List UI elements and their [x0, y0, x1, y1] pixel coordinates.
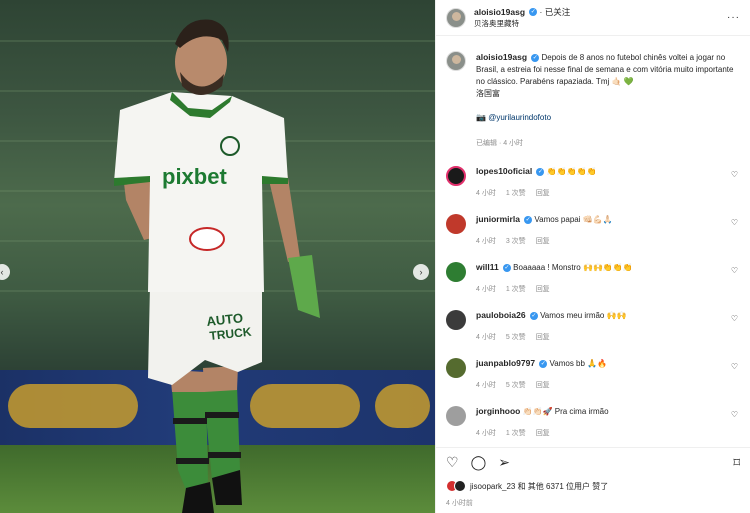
comment-time: 4 小时 [476, 430, 496, 437]
comment-body: lopes10oficial ✓ 👏👏👏👏👏 4 小时 1 次赞 回复 [476, 166, 726, 198]
comment-username[interactable]: juanpablo9797 [476, 358, 535, 368]
location-link[interactable]: 贝洛奥里藏特 [474, 18, 570, 29]
post-sidebar: aloisio19asg ✓ · 已关注 贝洛奥里藏特 ··· aloisio1… [435, 0, 750, 513]
verified-badge-icon: ✓ [536, 167, 545, 176]
comment-text: Boaaaaa ! Monstro 🙌🙌👏👏👏 [513, 263, 633, 272]
photo-credit-link[interactable]: @yurilaurindofoto [488, 113, 551, 122]
username-link[interactable]: aloisio19asg [476, 52, 527, 62]
comment-time: 4 小时 [476, 382, 496, 389]
likes-text[interactable]: jisoopark_23 和 其他 6371 位用户 赞了 [470, 481, 608, 492]
bookmark-icon[interactable]: ⌑ [733, 455, 740, 471]
reply-button[interactable]: 回复 [536, 238, 550, 245]
reply-button[interactable]: 回复 [536, 286, 550, 293]
reply-button[interactable]: 回复 [536, 382, 550, 389]
caption: aloisio19asg ✓ Depois de 8 anos no futeb… [446, 37, 740, 150]
verified-badge-icon: ✓ [529, 311, 538, 320]
comment-time: 4 小时 [476, 286, 496, 293]
comment-username[interactable]: will11 [476, 262, 499, 272]
comment-likes[interactable]: 5 次赞 [506, 382, 526, 389]
avatar[interactable] [446, 262, 466, 282]
comment-username[interactable]: juniormirla [476, 214, 520, 224]
heart-outline-icon[interactable]: ♡ [731, 410, 738, 419]
comment-text: Vamos meu irmão 🙌🙌 [540, 311, 627, 320]
heart-outline-icon[interactable]: ♡ [731, 314, 738, 323]
avatar[interactable] [446, 358, 466, 378]
verified-badge-icon: ✓ [539, 359, 548, 368]
svg-text:pixbet: pixbet [162, 164, 227, 189]
caption-chinese-name: 洛国富 [476, 89, 500, 98]
comment-likes[interactable]: 1 次赞 [506, 430, 526, 437]
paper-plane-icon[interactable]: ➢ [498, 454, 510, 471]
more-options-icon[interactable]: ··· [727, 12, 740, 23]
avatar [454, 480, 466, 492]
likes-summary: jisoopark_23 和 其他 6371 位用户 赞了 [446, 480, 740, 492]
comment-body: jorginhooo 👏🏻👏🏻🚀 Pra cima irmão 4 小时 1 次赞… [476, 406, 726, 438]
instagram-post-view: AUTO TRUCK pixbet ‹ › aloisio19asg ✓ · 已… [0, 0, 750, 513]
comment-item: will11 ✓ Boaaaaa ! Monstro 🙌🙌👏👏👏 4 小时 1 次… [446, 262, 740, 294]
heart-outline-icon[interactable]: ♡ [731, 266, 738, 275]
comment-bubble-icon[interactable]: ◯ [471, 454, 487, 471]
comment-likes[interactable]: 1 次赞 [506, 286, 526, 293]
comment-time: 4 小时 [476, 190, 496, 197]
post-photo[interactable]: AUTO TRUCK pixbet ‹ › [0, 0, 435, 513]
comment-body: juanpablo9797 ✓ Vamos bb 🙏🔥 4 小时 5 次赞 回复 [476, 358, 726, 390]
verified-badge-icon: ✓ [529, 8, 538, 17]
comment-time: 4 小时 [476, 334, 496, 341]
comment-likes[interactable]: 5 次赞 [506, 334, 526, 341]
camera-icon: 📷 [476, 113, 486, 122]
comment-body: pauloboia26 ✓ Vamos meu irmão 🙌🙌 4 小时 5 次… [476, 310, 726, 342]
comment-username[interactable]: jorginhooo [476, 406, 520, 416]
reply-button[interactable]: 回复 [536, 334, 550, 341]
comment-item: juanpablo9797 ✓ Vamos bb 🙏🔥 4 小时 5 次赞 回复 ♡ [446, 358, 740, 390]
green-heart-icon: 💚 [623, 77, 634, 86]
avatar[interactable] [446, 310, 466, 330]
username-link[interactable]: aloisio19asg [474, 7, 525, 17]
comment-text: Vamos papai 👊🏻💪🏻🙏🏻 [534, 215, 613, 224]
comment-item: jorginhooo 👏🏻👏🏻🚀 Pra cima irmão 4 小时 1 次赞… [446, 406, 740, 438]
verified-badge-icon: ✓ [531, 53, 540, 62]
comment-likes[interactable]: 1 次赞 [506, 190, 526, 197]
follow-status-button[interactable]: 已关注 [545, 7, 571, 17]
verified-badge-icon: ✓ [524, 215, 533, 224]
comment-body: juniormirla ✓ Vamos papai 👊🏻💪🏻🙏🏻 4 小时 3 次… [476, 214, 726, 246]
chevron-right-icon[interactable]: › [413, 264, 429, 280]
heart-outline-icon[interactable]: ♡ [731, 362, 738, 371]
comment-item: juniormirla ✓ Vamos papai 👊🏻💪🏻🙏🏻 4 小时 3 次… [446, 214, 740, 246]
comment-item: pauloboia26 ✓ Vamos meu irmão 🙌🙌 4 小时 5 次… [446, 310, 740, 342]
heart-outline-icon[interactable]: ♡ [731, 170, 738, 179]
action-bar: ♡ ◯ ➢ ⌑ [436, 447, 750, 477]
player-figure: AUTO TRUCK pixbet [114, 19, 320, 513]
heart-outline-icon[interactable]: ♡ [446, 454, 459, 471]
reply-button[interactable]: 回复 [536, 190, 550, 197]
avatar[interactable] [446, 51, 466, 71]
comment-likes[interactable]: 3 次赞 [506, 238, 526, 245]
verified-badge-icon: ✓ [502, 263, 511, 272]
comment-username[interactable]: lopes10oficial [476, 166, 532, 176]
comment-text: 👏👏👏👏👏 [546, 167, 597, 176]
avatar[interactable] [446, 166, 466, 186]
caption-text: aloisio19asg ✓ Depois de 8 anos no futeb… [476, 51, 738, 150]
post-header: aloisio19asg ✓ · 已关注 贝洛奥里藏特 ··· [436, 0, 750, 36]
comments-scroll[interactable]: aloisio19asg ✓ Depois de 8 anos no futeb… [436, 37, 750, 442]
reply-button[interactable]: 回复 [536, 430, 550, 437]
post-time: 4 小时前 [446, 500, 473, 507]
header-names: aloisio19asg ✓ · 已关注 贝洛奥里藏特 [474, 7, 570, 29]
heart-outline-icon[interactable]: ♡ [731, 218, 738, 227]
comment-text: 👏🏻👏🏻🚀 Pra cima irmão [522, 407, 609, 416]
comment-time: 4 小时 [476, 238, 496, 245]
comment-item: lopes10oficial ✓ 👏👏👏👏👏 4 小时 1 次赞 回复 ♡ [446, 166, 740, 198]
avatar[interactable] [446, 214, 466, 234]
clap-emoji-icon: 🤙🏻 [611, 77, 622, 86]
photo-credit-line: 📷 @yurilaurindofoto [476, 112, 738, 124]
comment-username[interactable]: pauloboia26 [476, 310, 526, 320]
comment-text: Vamos bb 🙏🔥 [549, 359, 608, 368]
avatar[interactable] [446, 7, 466, 28]
comment-body: will11 ✓ Boaaaaa ! Monstro 🙌🙌👏👏👏 4 小时 1 次… [476, 262, 726, 294]
avatar[interactable] [446, 406, 466, 426]
edited-time: 已编辑 · 4 小时 [476, 140, 524, 147]
